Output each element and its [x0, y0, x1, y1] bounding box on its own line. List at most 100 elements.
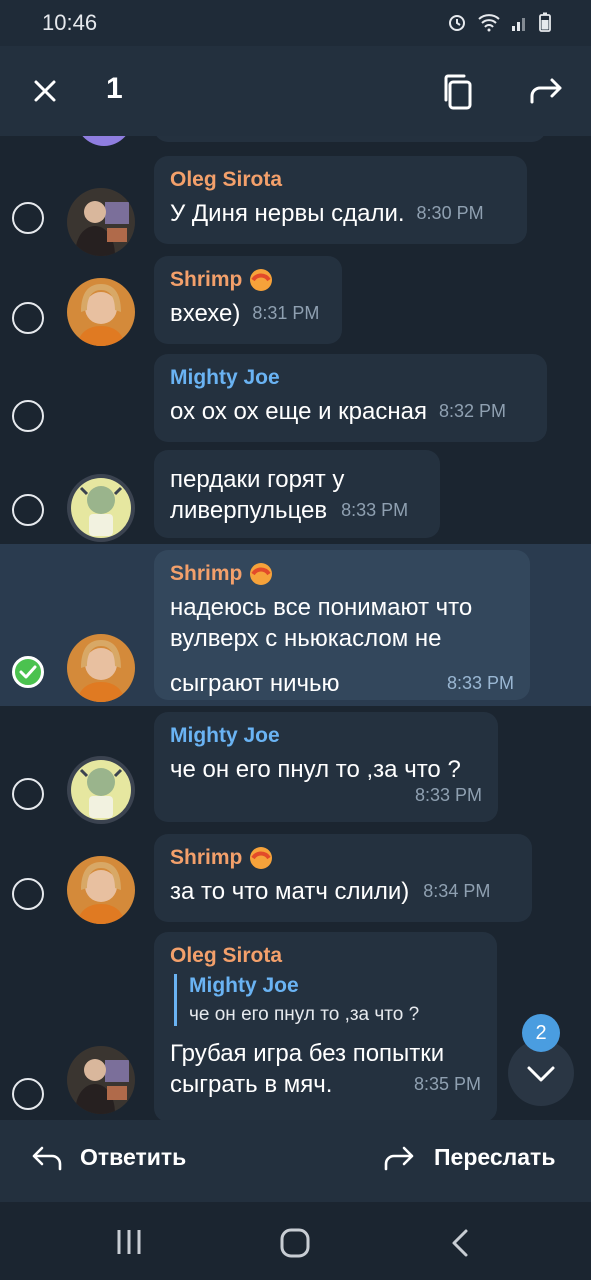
message-row[interactable]: Oleg Sirota У Диня нервы сдали. 8:30 PM — [0, 146, 591, 256]
message-text-line: надеюсь все понимают что — [170, 594, 473, 621]
message-body: вхехе) 8:31 PM — [170, 298, 326, 329]
sender-name: Shrimp — [170, 562, 243, 585]
checkmark-icon — [19, 665, 37, 679]
bubble-partial — [154, 136, 546, 142]
back-icon[interactable] — [450, 1228, 470, 1258]
message-text: за то что матч слили) — [170, 878, 410, 905]
select-checkbox-checked[interactable] — [12, 656, 44, 688]
select-checkbox[interactable] — [12, 400, 44, 432]
message-body: У Диня нервы сдали. 8:30 PM — [170, 198, 511, 229]
message-body: за то что матч слили) 8:34 PM — [170, 876, 516, 907]
message-bubble[interactable]: Oleg Sirota Mighty Joe че он его пнул то… — [154, 932, 497, 1120]
sender-name: Shrimp — [170, 268, 243, 291]
emoji-badge-icon — [250, 563, 273, 585]
status-time: 10:46 — [42, 10, 98, 35]
message-time: 8:34 PM — [423, 881, 491, 901]
system-nav-bar — [0, 1202, 591, 1280]
message-body: ох ох ох еще и красная 8:32 PM — [170, 396, 531, 427]
message-time: 8:33 PM — [414, 785, 482, 805]
message-row[interactable]: Shrimp за то что матч слили) 8:34 PM — [0, 826, 591, 926]
emoji-badge-icon — [250, 847, 273, 869]
message-row[interactable]: Mighty Joe че он его пнул то ,за что ? 8… — [0, 706, 591, 826]
battery-icon — [539, 12, 551, 32]
select-checkbox[interactable] — [12, 494, 44, 526]
recent-apps-icon[interactable] — [114, 1228, 144, 1256]
message-time: 8:31 PM — [252, 303, 320, 323]
forward-icon — [384, 1146, 414, 1170]
reply-quote[interactable]: Mighty Joe че он его пнул то ,за что ? — [174, 974, 481, 1026]
message-time: 8:35 PM — [413, 1074, 481, 1094]
emoji-badge-icon — [250, 269, 273, 291]
message-body: ливерпульцев 8:33 PM — [170, 495, 424, 526]
reply-text: че он его пнул то ,за что ? — [189, 1004, 420, 1025]
wifi-icon — [478, 14, 500, 32]
status-bar: 10:46 — [0, 0, 591, 46]
message-bubble[interactable]: пердаки горят у ливерпульцев 8:33 PM — [154, 450, 440, 538]
message-time-wrap: 8:33 PM — [170, 785, 482, 806]
sender-name-wrap: Shrimp — [170, 846, 516, 870]
reply-button[interactable]: Ответить — [30, 1144, 186, 1171]
message-row[interactable]: Oleg Sirota Mighty Joe че он его пнул то… — [0, 926, 591, 1120]
alarm-icon — [449, 15, 465, 31]
message-bubble[interactable]: Shrimp вхехе) 8:31 PM — [154, 256, 342, 344]
sender-name: Oleg Sirota — [170, 944, 283, 967]
avatar — [67, 278, 135, 346]
message-row[interactable]: Mighty Joe ох ох ох еще и красная 8:32 P… — [0, 346, 591, 446]
message-time: 8:32 PM — [438, 401, 506, 421]
message-text-line: сыграют ничью — [170, 670, 340, 697]
message-text: че он его пнул то ,за что ? — [170, 756, 461, 783]
selection-toolbar: 1 — [0, 46, 591, 136]
sender-name: Oleg Sirota — [170, 168, 283, 191]
sender-name: Mighty Joe — [170, 724, 280, 747]
select-checkbox[interactable] — [12, 1078, 44, 1110]
selected-count: 1 — [106, 72, 123, 105]
message-bubble[interactable]: Shrimp за то что матч слили) 8:34 PM — [154, 834, 532, 922]
select-checkbox[interactable] — [12, 778, 44, 810]
status-icons — [447, 12, 551, 32]
message-text-line: Грубая игра без попытки — [170, 1040, 445, 1067]
chat-list[interactable]: Oleg Sirota У Диня нервы сдали. 8:30 PM … — [0, 136, 591, 1120]
message-bubble[interactable]: Mighty Joe че он его пнул то ,за что ? 8… — [154, 712, 498, 822]
message-body: сыграют ничью 8:33 PM — [170, 654, 514, 699]
message-text: ох ох ох еще и красная — [170, 398, 427, 425]
home-icon[interactable] — [280, 1228, 310, 1258]
message-text-line: вулверх с ньюкаслом не — [170, 625, 442, 652]
message-row[interactable]: Shrimp вхехе) 8:31 PM — [0, 246, 591, 346]
message-bubble[interactable]: Shrimp надеюсь все понимают что вулверх … — [154, 550, 530, 700]
signal-icon — [512, 18, 525, 31]
select-checkbox[interactable] — [12, 302, 44, 334]
close-icon[interactable] — [30, 76, 60, 106]
message-text-line: ливерпульцев — [170, 497, 328, 524]
message-text: У Диня нервы сдали. — [170, 200, 405, 227]
avatar — [67, 474, 135, 542]
avatar — [67, 756, 135, 824]
message-text: вхехе) — [170, 300, 241, 327]
forward-icon[interactable] — [528, 76, 564, 108]
avatar — [67, 634, 135, 702]
avatar — [67, 856, 135, 924]
copy-icon[interactable] — [440, 72, 476, 112]
unread-badge: 2 — [522, 1014, 560, 1052]
message-bubble[interactable]: Mighty Joe ох ох ох еще и красная 8:32 P… — [154, 354, 547, 442]
reply-icon — [32, 1146, 62, 1170]
message-time: 8:33 PM — [341, 500, 409, 520]
sender-name: Shrimp — [170, 846, 243, 869]
message-row[interactable]: пердаки горят у ливерпульцев 8:33 PM — [0, 446, 591, 544]
select-checkbox[interactable] — [12, 878, 44, 910]
reply-sender-name: Mighty Joe — [189, 974, 299, 997]
sender-name-wrap: Shrimp — [170, 562, 514, 586]
forward-label: Переслать — [434, 1144, 556, 1170]
forward-button[interactable]: Переслать — [384, 1144, 555, 1171]
message-text-line: сыграть в мяч. — [170, 1071, 333, 1098]
sender-name-wrap: Shrimp — [170, 268, 326, 292]
select-checkbox[interactable] — [12, 202, 44, 234]
avatar — [67, 1046, 135, 1114]
message-row-selected[interactable]: Shrimp надеюсь все понимают что вулверх … — [0, 544, 591, 706]
message-time: 8:30 PM — [416, 203, 484, 223]
message-bubble[interactable]: Oleg Sirota У Диня нервы сдали. 8:30 PM — [154, 156, 527, 244]
avatar-partial — [74, 136, 134, 146]
sender-name: Mighty Joe — [170, 366, 280, 389]
message-text-line: пердаки горят у — [170, 466, 345, 493]
selection-action-bar: Ответить Переслать — [0, 1120, 591, 1202]
scroll-down-button[interactable]: 2 — [508, 1014, 574, 1106]
